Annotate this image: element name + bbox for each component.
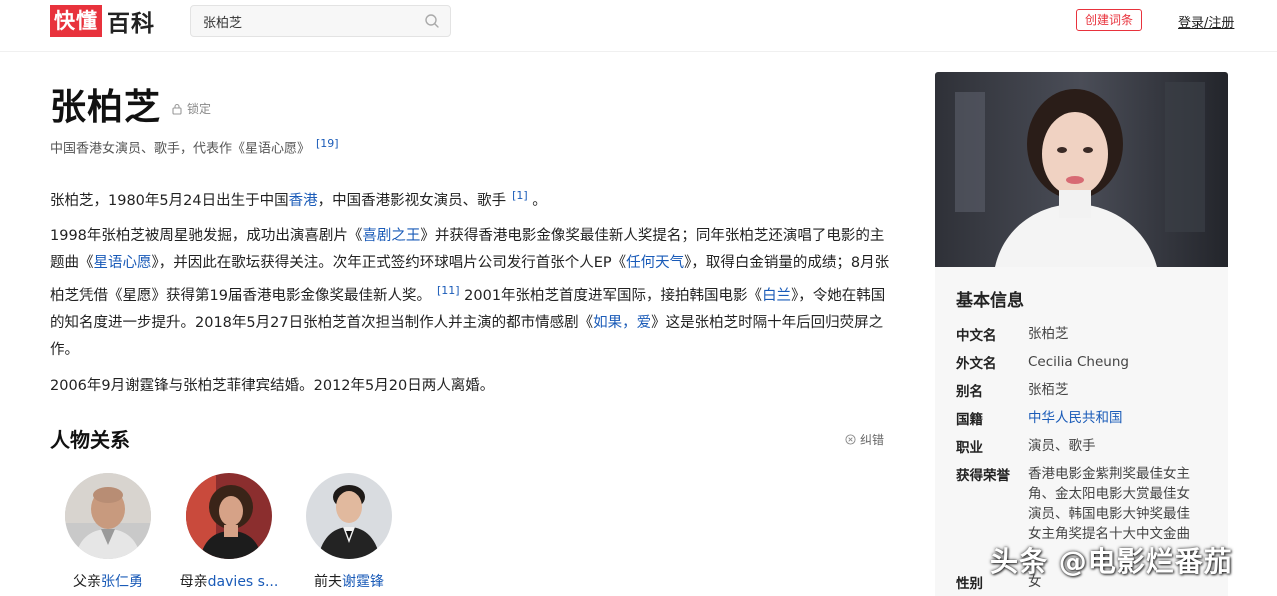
link-bailan[interactable]: 白兰 [762,288,791,304]
link-hongkong[interactable]: 香港 [289,193,318,209]
relation-role: 前夫 [314,574,342,590]
login-register-link[interactable]: 登录/注册 [1178,12,1234,31]
link-king-of-comedy[interactable]: 喜剧之王 [362,228,420,244]
relation-item-ex-husband[interactable]: 前夫谢霆锋 [294,473,404,591]
text-segment: 》，并因此在歌坛获得关注。次年正式签约环球唱片公司发行首张个人EP《 [151,255,627,271]
page-subtitle: 中国香港女演员、歌手，代表作《星语心愿》 [19] [50,137,339,156]
correct-error-label: 纠错 [860,433,885,447]
relation-name-link[interactable]: 谢霆锋 [342,574,384,590]
link-xingyu-xinyuan[interactable]: 星语心愿 [94,255,152,271]
logo-black-part: 百科 [107,11,155,37]
relation-name-link[interactable]: 张仁勇 [101,574,143,590]
text-segment: 2001年张柏芝首度进军国际，接拍韩国电影《 [459,287,763,304]
marriage-paragraph: 2006年9月谢霆锋与张柏芝菲律宾结婚。2012年5月20日两人离婚。 [50,378,495,394]
page-title: 张柏芝 [50,87,162,128]
reference-11[interactable]: [11] [437,284,460,297]
relation-role: 母亲 [179,574,208,590]
nationality-link[interactable]: 中华人民共和国 [1028,408,1200,428]
subtitle-reference[interactable]: [19] [316,137,339,150]
relation-label: 父亲张仁勇 [53,571,163,591]
relation-item-mother[interactable]: 母亲davies s... [174,473,284,591]
link-renhe-tianqi[interactable]: 任何天气 [626,255,684,271]
relation-label: 母亲davies s... [174,571,284,591]
relation-role: 父亲 [73,574,101,590]
info-value: 张栢芝 [1028,382,1069,398]
career-paragraph: 1998年张柏芝被周星驰发掘，成功出演喜剧片《喜剧之王》并获得香港电影金像奖最佳… [50,223,890,364]
relation-item-father[interactable]: 父亲张仁勇 [53,473,163,591]
correct-error-button[interactable]: 纠错 [845,431,884,448]
search-input[interactable] [203,6,413,36]
site-logo[interactable]: 快懂 百科 [50,5,155,37]
lock-icon [172,103,182,115]
subtitle-text: 中国香港女演员、歌手，代表作《星语心愿》 [50,141,311,157]
create-entry-button[interactable]: 创建词条 [1076,9,1142,31]
relation-name-link[interactable]: davies s... [208,574,279,590]
info-value: 张柏芝 [1028,326,1069,342]
basic-info-heading: 基本信息 [956,291,1024,311]
info-key: 别名 [956,384,983,400]
reference-1[interactable]: [1] [512,189,528,202]
lock-label: 锁定 [187,102,212,116]
info-value: 香港电影金紫荆奖最佳女主角、金太阳电影大赏最佳女演员、韩国电影大钟奖最佳女主角奖… [1028,466,1190,542]
info-row-honors: 获得荣誉 香港电影金紫荆奖最佳女主角、金太阳电影大赏最佳女演员、韩国电影大钟奖最… [956,464,1216,544]
search-box [190,5,451,37]
text-segment: 。 [527,192,547,209]
profile-photo[interactable] [935,72,1228,267]
top-header: 快懂 百科 创建词条 登录/注册 [0,0,1277,52]
lock-status: 锁定 [171,100,211,117]
info-key: 中文名 [956,328,997,344]
info-key: 外文名 [956,356,997,372]
text-segment: 1998年张柏芝被周星驰发掘，成功出演喜剧片《 [50,228,363,244]
intro-paragraph: 张柏芝，1980年5月24日出生于中国香港，中国香港影视女演员、歌手 [1] 。 [50,182,890,215]
info-key: 国籍 [956,412,983,428]
info-key: 获得荣誉 [956,468,1010,484]
relation-label: 前夫谢霆锋 [294,571,404,591]
link-ruguo-ai[interactable]: 如果，爱 [593,315,651,331]
text-segment: 张柏芝，1980年5月24日出生于中国 [50,192,289,209]
error-report-icon [845,434,856,445]
text-segment: ，中国香港影视女演员、歌手 [317,192,507,209]
info-key: 职业 [956,440,983,456]
relations-heading: 人物关系 [50,428,130,452]
avatar [306,473,392,559]
avatar [186,473,272,559]
avatar [65,473,151,559]
search-icon[interactable] [424,13,440,29]
info-value: 演员、歌手 [1028,438,1096,454]
logo-red-part: 快懂 [50,5,102,37]
info-value: Cecilia Cheung [1028,354,1129,370]
watermark-text: 头条 @电影烂番茄 [990,545,1233,578]
